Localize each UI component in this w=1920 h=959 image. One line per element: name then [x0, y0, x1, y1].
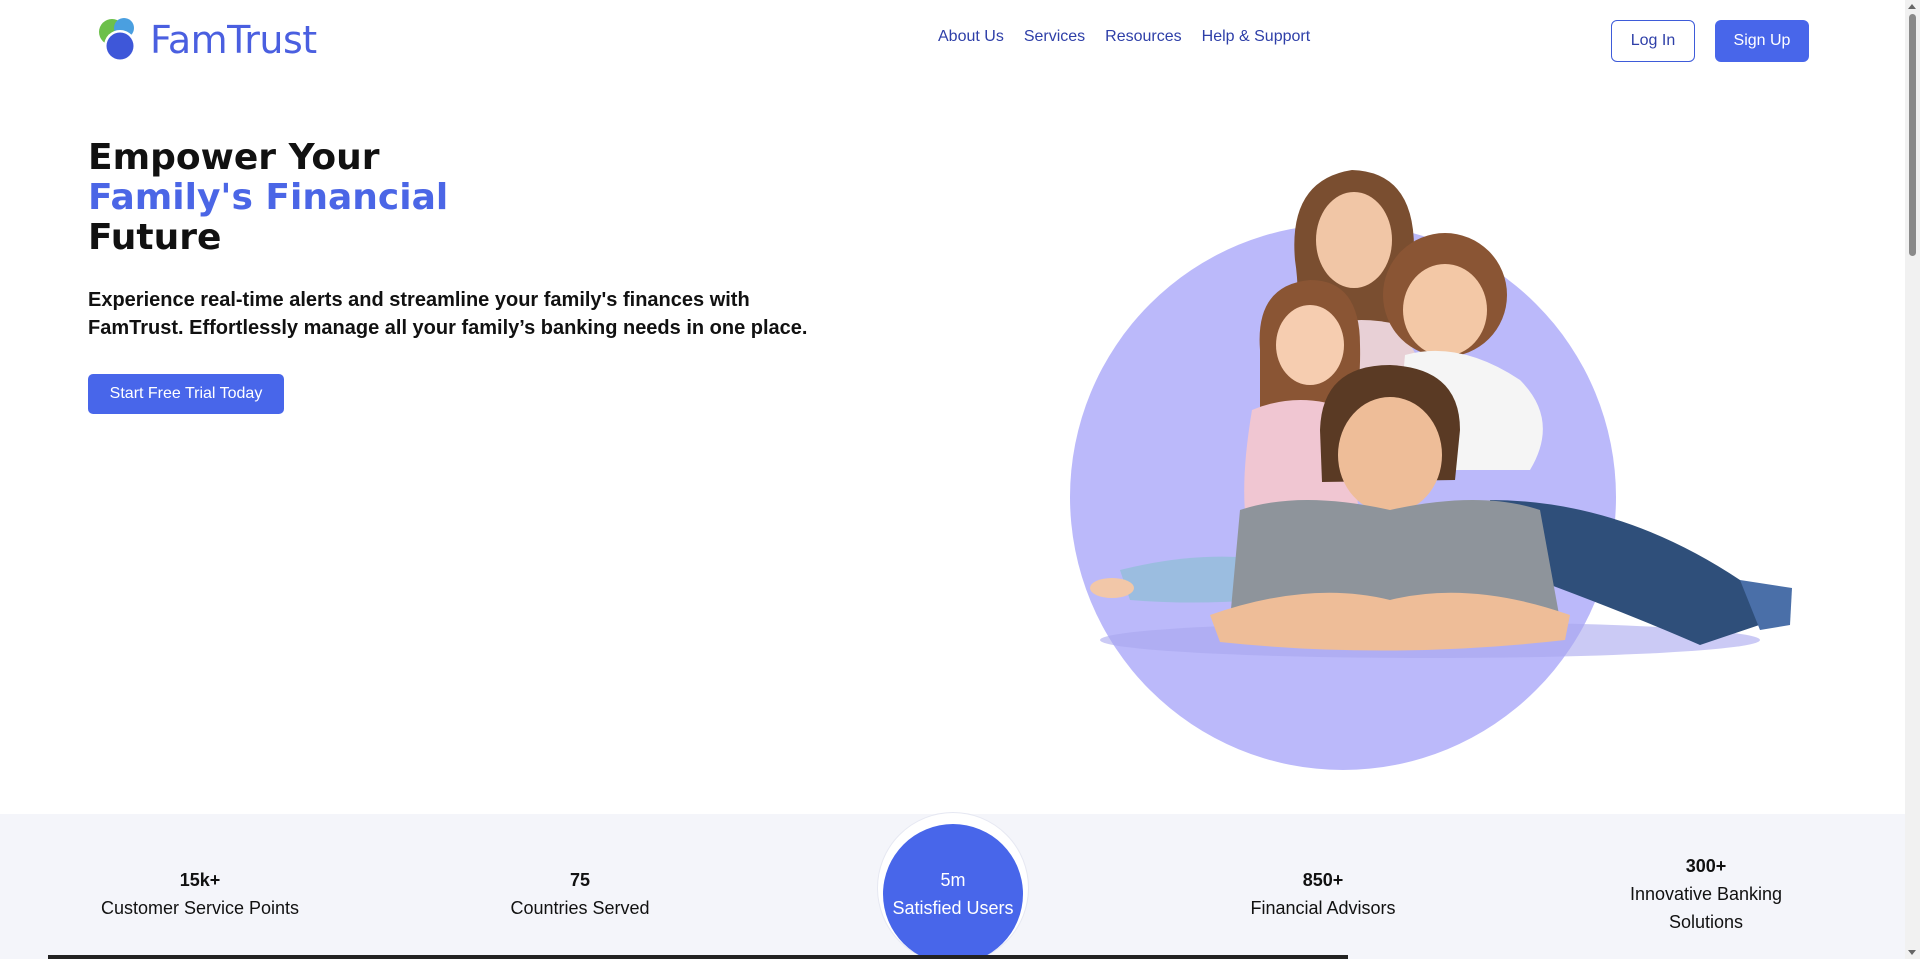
stat-value: 5m	[940, 870, 966, 890]
stat-label: Innovative Banking Solutions	[1629, 884, 1783, 932]
stat-label: Satisfied Users	[892, 898, 1014, 918]
stat-value: 15k+	[179, 870, 221, 890]
stat-label: Countries Served	[510, 898, 650, 918]
stat-countries-served: 75 Countries Served	[480, 866, 680, 922]
nav-about-us[interactable]: About Us	[938, 28, 1004, 46]
scrollbar-thumb[interactable]	[1909, 14, 1916, 256]
scroll-down-arrow-icon[interactable]	[1908, 950, 1916, 955]
nav-help-support[interactable]: Help & Support	[1202, 28, 1311, 46]
main-nav: About Us Services Resources Help & Suppo…	[938, 28, 1310, 46]
start-free-trial-button[interactable]: Start Free Trial Today	[88, 374, 284, 414]
nav-resources[interactable]: Resources	[1105, 28, 1181, 46]
hero-title: Empower Your Family's Financial Future	[88, 138, 448, 258]
stat-label: Customer Service Points	[100, 898, 300, 918]
scroll-up-arrow-icon[interactable]	[1908, 4, 1916, 9]
hero-title-line3: Future	[88, 217, 222, 258]
family-photo-illustration	[1070, 170, 1792, 770]
famtrust-logo-icon	[99, 18, 136, 62]
stat-innovative-banking-solutions: 300+ Innovative Banking Solutions	[1618, 852, 1794, 936]
site-header: FamTrust About Us Services Resources Hel…	[0, 0, 1905, 82]
stat-value: 75	[569, 870, 591, 890]
stat-label: Financial Advisors	[1250, 898, 1396, 918]
logo-text: FamTrust	[150, 18, 317, 62]
stat-satisfied-users: 5m Satisfied Users	[883, 824, 1023, 959]
hero-subtitle: Experience real-time alerts and streamli…	[88, 289, 808, 339]
stat-financial-advisors: 850+ Financial Advisors	[1223, 866, 1423, 922]
vertical-scrollbar[interactable]	[1905, 0, 1920, 959]
nav-services[interactable]: Services	[1024, 28, 1085, 46]
stat-value: 850+	[1302, 870, 1344, 890]
logo-link[interactable]: FamTrust	[94, 14, 317, 66]
signup-button[interactable]: Sign Up	[1715, 20, 1809, 62]
page: FamTrust About Us Services Resources Hel…	[0, 0, 1905, 959]
login-button[interactable]: Log In	[1611, 20, 1695, 62]
bottom-edge-bar	[48, 955, 1348, 959]
hero-title-line1: Empower Your	[88, 137, 380, 178]
hero-title-accent: Family's Financial	[88, 177, 449, 218]
stat-value: 300+	[1685, 856, 1727, 876]
stat-customer-service-points: 15k+ Customer Service Points	[100, 866, 300, 922]
